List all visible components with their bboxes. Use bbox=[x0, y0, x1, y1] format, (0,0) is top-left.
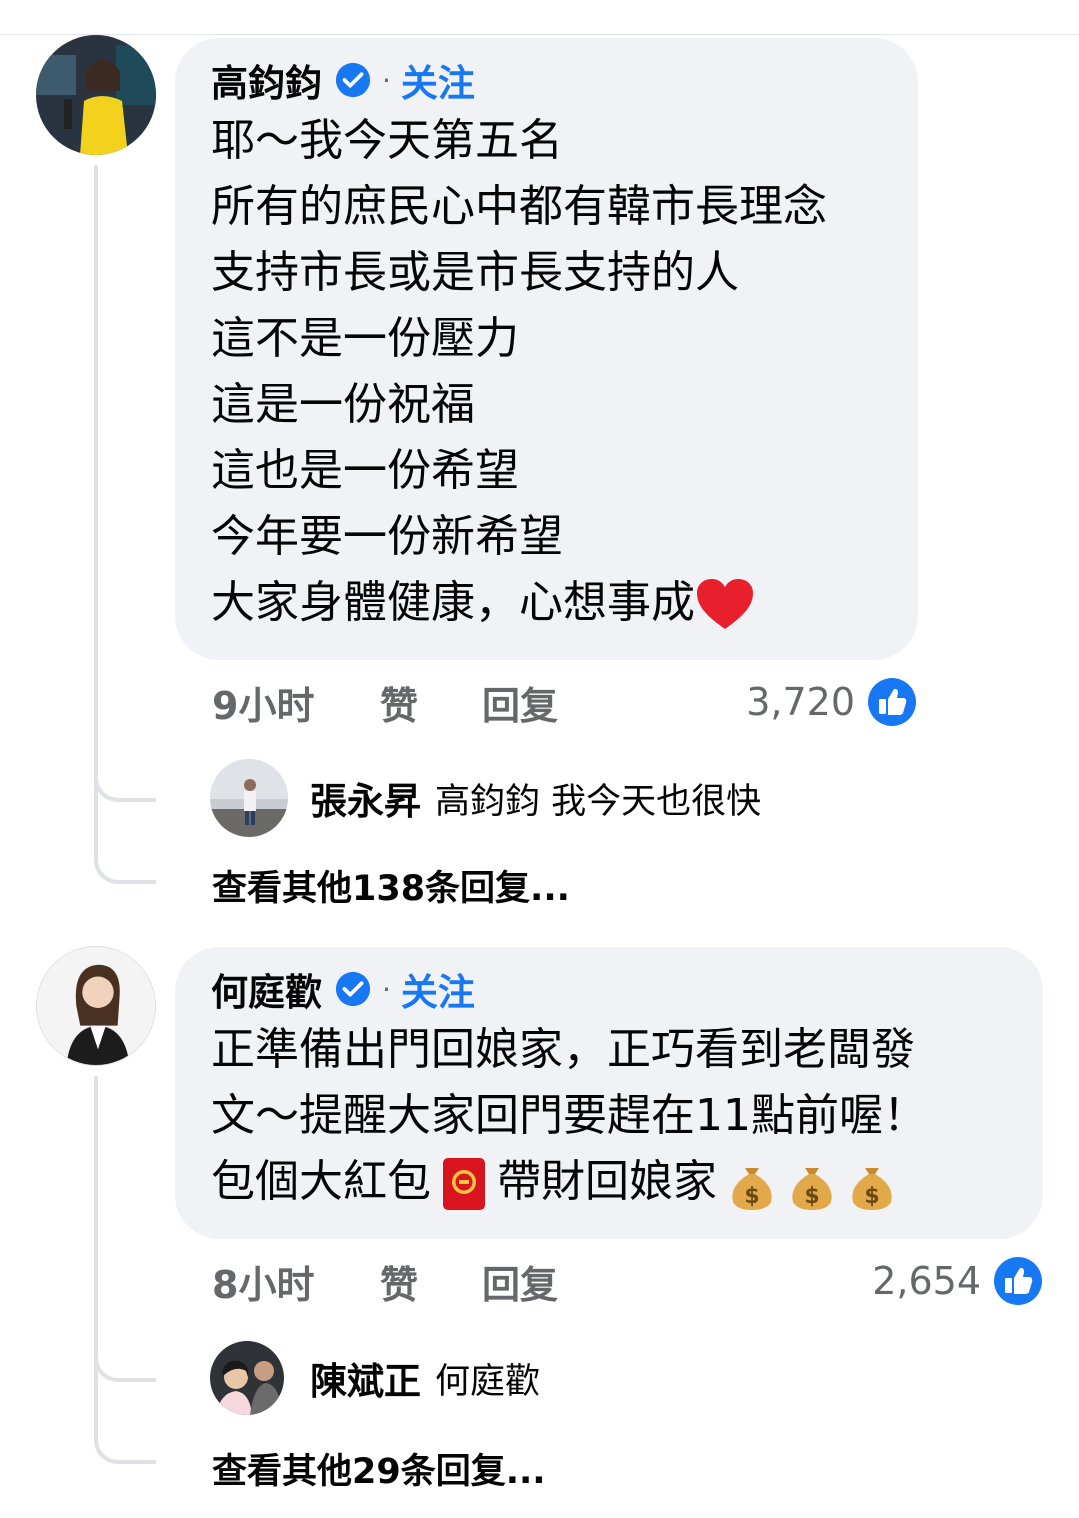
reply-preview[interactable]: 張永昇 高鈞鈞 我今天也很快 bbox=[310, 772, 761, 824]
money-bag-icon: $ bbox=[732, 1168, 772, 1210]
avatar[interactable] bbox=[36, 946, 156, 1066]
money-bag-icon: $ bbox=[792, 1168, 832, 1210]
comment-line-text: 包個大紅包 bbox=[211, 1156, 431, 1207]
comment-line-last: 大家身體健康，心想事成 bbox=[211, 570, 882, 636]
thumbs-up-icon bbox=[868, 678, 916, 726]
comment-actions: 9小时 赞 回复 bbox=[212, 672, 558, 732]
thumbs-up-icon bbox=[994, 1257, 1042, 1305]
reply-avatar[interactable] bbox=[210, 1341, 284, 1415]
comment-line: 所有的庶民心中都有韓市長理念 bbox=[211, 181, 827, 232]
comment-line-last: 包個大紅包 帶財回娘家 $ $ $ bbox=[211, 1149, 1007, 1215]
comment-line: 正準備出門回娘家，正巧看到老闆發 bbox=[211, 1024, 915, 1075]
reaction-summary[interactable]: 2,654 bbox=[872, 1251, 1043, 1311]
thread-connector bbox=[94, 790, 156, 884]
comment-header: 何庭歡 · 关注 bbox=[211, 962, 1007, 1016]
comment-bubble: 何庭歡 · 关注 正準備出門回娘家，正巧看到老闆發 文～提醒大家回門要趕在11點… bbox=[175, 947, 1043, 1239]
reply-author[interactable]: 陳斌正 bbox=[310, 1351, 421, 1405]
svg-text:$: $ bbox=[744, 1184, 759, 1209]
comment-author[interactable]: 何庭歡 bbox=[211, 962, 322, 1016]
reply-avatar[interactable] bbox=[210, 759, 288, 837]
like-button[interactable]: 赞 bbox=[380, 1254, 482, 1309]
comment-line: 這也是一份希望 bbox=[211, 445, 519, 496]
comment-line-text: 帶財回娘家 bbox=[497, 1156, 717, 1207]
comment-line: 這不是一份壓力 bbox=[211, 313, 519, 364]
red-heart-icon bbox=[697, 579, 753, 629]
verified-badge-icon bbox=[335, 62, 371, 98]
reaction-summary[interactable]: 3,720 bbox=[746, 672, 917, 732]
comment-line: 文～提醒大家回門要趕在11點前喔！ bbox=[211, 1090, 927, 1141]
verified-badge-icon bbox=[335, 971, 371, 1007]
thread-line bbox=[94, 165, 98, 791]
reaction-count: 3,720 bbox=[746, 680, 855, 724]
comment-author[interactable]: 高鈞鈞 bbox=[211, 53, 322, 107]
thread-connector bbox=[94, 1370, 156, 1464]
reaction-count: 2,654 bbox=[872, 1259, 981, 1303]
reply-avatar-photo-icon bbox=[210, 759, 288, 837]
view-more-replies[interactable]: 查看其他138条回复... bbox=[212, 860, 570, 911]
avatar[interactable] bbox=[36, 35, 156, 155]
comment-actions: 8小时 赞 回复 bbox=[212, 1251, 558, 1311]
reply-preview[interactable]: 陳斌正 何庭歡 bbox=[310, 1352, 540, 1404]
separator-dot: · bbox=[382, 972, 391, 1006]
like-button[interactable]: 赞 bbox=[380, 675, 482, 730]
follow-button[interactable]: 关注 bbox=[401, 53, 475, 107]
comment-time[interactable]: 8小时 bbox=[212, 1254, 380, 1309]
follow-button[interactable]: 关注 bbox=[401, 962, 475, 1016]
red-envelope-icon bbox=[443, 1158, 485, 1210]
reply-text: 高鈞鈞 我今天也很快 bbox=[435, 781, 762, 822]
comment-line: 支持市長或是市長支持的人 bbox=[211, 247, 739, 298]
avatar-photo-icon bbox=[37, 947, 155, 1065]
view-more-replies[interactable]: 查看其他29条回复... bbox=[212, 1443, 546, 1494]
money-bag-icon: $ bbox=[852, 1168, 892, 1210]
top-divider bbox=[0, 34, 1079, 35]
avatar-photo-icon bbox=[36, 35, 156, 155]
reply-author[interactable]: 張永昇 bbox=[310, 771, 421, 825]
comment-line: 這是一份祝福 bbox=[211, 379, 475, 430]
reply-text: 何庭歡 bbox=[435, 1361, 541, 1402]
comment-bubble: 高鈞鈞 · 关注 耶～我今天第五名 所有的庶民心中都有韓市長理念 支持市長或是市… bbox=[175, 38, 918, 660]
svg-text:$: $ bbox=[864, 1184, 879, 1209]
svg-text:$: $ bbox=[804, 1184, 819, 1209]
reply-avatar-photo-icon bbox=[210, 1341, 284, 1415]
thread-line bbox=[94, 1076, 98, 1376]
comment-header: 高鈞鈞 · 关注 bbox=[211, 53, 882, 107]
comment-text: 正準備出門回娘家，正巧看到老闆發 文～提醒大家回門要趕在11點前喔！ 包個大紅包… bbox=[211, 1017, 1007, 1215]
reply-button[interactable]: 回复 bbox=[482, 1254, 558, 1309]
comment-line-text: 大家身體健康，心想事成 bbox=[211, 577, 695, 628]
separator-dot: · bbox=[382, 63, 391, 97]
comment-line: 耶～我今天第五名 bbox=[211, 115, 563, 166]
comment-text: 耶～我今天第五名 所有的庶民心中都有韓市長理念 支持市長或是市長支持的人 這不是… bbox=[211, 108, 882, 636]
reply-button[interactable]: 回复 bbox=[482, 675, 558, 730]
comment-time[interactable]: 9小时 bbox=[212, 675, 380, 730]
comment-line: 今年要一份新希望 bbox=[211, 511, 563, 562]
